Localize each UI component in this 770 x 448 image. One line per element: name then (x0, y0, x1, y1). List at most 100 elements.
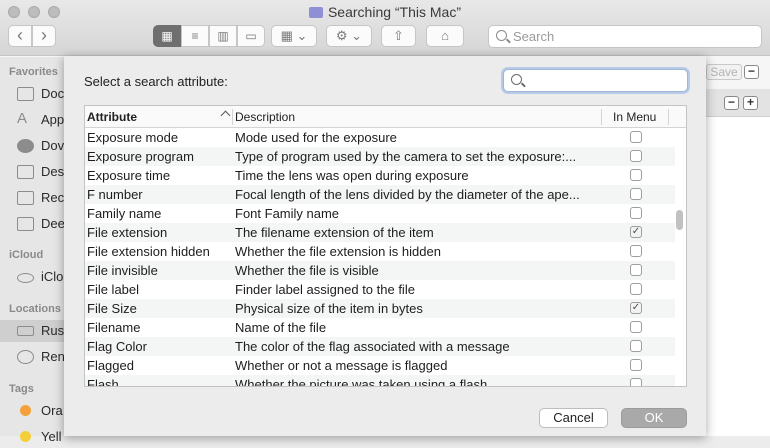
in-menu-checkbox[interactable] (630, 245, 642, 257)
attribute-cell: File label (87, 282, 140, 297)
desktop-icon (17, 165, 34, 179)
sidebar-item-documents[interactable]: Doc (0, 83, 64, 105)
criteria-row: − + (706, 89, 770, 117)
column-divider[interactable] (232, 109, 233, 125)
table-row[interactable]: File invisible Whether the file is visibl… (85, 261, 675, 280)
table-row[interactable]: Exposure mode Mode used for the exposure (85, 128, 675, 147)
sidebar-item-computer[interactable]: Rus (0, 320, 64, 342)
attribute-cell: Family name (87, 206, 162, 221)
in-menu-checkbox[interactable] (630, 378, 642, 386)
column-header-description[interactable]: Description (235, 110, 295, 124)
description-cell: Focal length of the lens divided by the … (235, 187, 580, 202)
forward-button[interactable]: › (32, 25, 56, 47)
description-cell: Mode used for the exposure (235, 130, 397, 145)
sidebar-item-downloads[interactable]: Dov (0, 135, 64, 157)
sidebar-item-applications[interactable]: A App (0, 109, 64, 131)
sidebar-item-icloud-drive[interactable]: iClo (0, 266, 64, 288)
attribute-cell: File extension hidden (87, 244, 210, 259)
attribute-cell: Filename (87, 320, 141, 335)
in-menu-checkbox[interactable]: ✓ (630, 302, 642, 314)
description-cell: Time the lens was open during exposure (235, 168, 469, 183)
sort-ascending-icon (220, 110, 231, 121)
column-view-button[interactable]: ▥ (209, 25, 237, 47)
document-icon (17, 87, 34, 101)
column-header-attribute[interactable]: Attribute (87, 110, 137, 124)
finder-search-field[interactable]: Search (488, 25, 762, 48)
in-menu-checkbox[interactable] (630, 321, 642, 333)
share-button[interactable]: ⇧ (381, 25, 416, 47)
in-menu-checkbox[interactable] (630, 283, 642, 295)
sidebar-item-recents[interactable]: Rec (0, 187, 64, 209)
attribute-search-input[interactable] (526, 72, 681, 89)
table-header: Attribute Description In Menu (85, 106, 686, 128)
add-criterion-button[interactable]: + (743, 96, 758, 110)
sidebar-header-favorites: Favorites (9, 66, 58, 78)
description-cell: The filename extension of the item (235, 225, 434, 240)
table-row[interactable]: Exposure time Time the lens was open duri… (85, 166, 675, 185)
attribute-cell: Exposure time (87, 168, 171, 183)
in-menu-checkbox[interactable] (630, 359, 642, 371)
table-row[interactable]: Flagged Whether or not a message is flagg… (85, 356, 675, 375)
folder-icon (17, 217, 34, 231)
in-menu-checkbox[interactable] (630, 207, 642, 219)
search-criteria-pane: Save − − + (706, 57, 770, 436)
table-row[interactable]: File extension The filename extension of … (85, 223, 675, 242)
window-title-text: Searching “This Mac” (327, 4, 462, 20)
in-menu-checkbox[interactable] (630, 264, 642, 276)
in-menu-checkbox[interactable] (630, 150, 642, 162)
orange-tag-icon (20, 405, 31, 416)
sheet-prompt: Select a search attribute: (84, 74, 228, 89)
finder-search-placeholder: Search (513, 29, 555, 44)
sidebar-item-folder[interactable]: Dee (0, 213, 64, 235)
table-row[interactable]: Flash Whether the picture was taken using… (85, 375, 675, 387)
attribute-cell: Exposure program (87, 149, 194, 164)
sidebar-item-remote-disc[interactable]: Ren (0, 346, 64, 368)
table-row[interactable]: File extension hidden Whether the file ex… (85, 242, 675, 261)
action-gear-button[interactable]: ⚙ ⌄ (326, 25, 372, 47)
tag-button[interactable]: ⌂ (426, 25, 464, 47)
table-row[interactable]: Filename Name of the file (85, 318, 675, 337)
column-header-in-menu[interactable]: In Menu (613, 110, 656, 124)
description-cell: Font Family name (235, 206, 340, 221)
list-view-button[interactable]: ≡ (181, 25, 209, 47)
table-scrollbar-thumb[interactable] (676, 210, 683, 230)
column-divider[interactable] (601, 109, 602, 125)
group-button[interactable]: ▦ ⌄ (271, 25, 317, 47)
table-row[interactable]: File label Finder label assigned to the f… (85, 280, 675, 299)
table-row[interactable]: Flag Color The color of the flag associat… (85, 337, 675, 356)
gallery-view-button[interactable]: ▭ (237, 25, 265, 47)
ok-button[interactable]: OK (621, 408, 687, 428)
in-menu-checkbox[interactable]: ✓ (630, 226, 642, 238)
applications-icon: A (17, 110, 28, 127)
in-menu-checkbox[interactable] (630, 188, 642, 200)
attribute-cell: Flag Color (87, 339, 147, 354)
cancel-button[interactable]: Cancel (539, 408, 608, 428)
save-search-button[interactable]: Save (706, 64, 742, 80)
remove-criterion-button[interactable]: − (724, 96, 739, 110)
table-row[interactable]: Family name Font Family name (85, 204, 675, 223)
table-row[interactable]: F number Focal length of the lens divided… (85, 185, 675, 204)
column-divider (668, 109, 669, 125)
sidebar-header-locations: Locations (9, 303, 61, 315)
sidebar-item-tag-yellow[interactable]: Yell (0, 426, 64, 448)
in-menu-checkbox[interactable] (630, 340, 642, 352)
checkmark-icon: ✓ (631, 226, 641, 237)
window-title: Searching “This Mac” (0, 4, 770, 20)
attribute-cell: Flash (87, 377, 119, 387)
description-cell: The color of the flag associated with a … (235, 339, 510, 354)
table-row[interactable]: Exposure program Type of program used by … (85, 147, 675, 166)
table-row[interactable]: File Size Physical size of the item in by… (85, 299, 675, 318)
back-button[interactable]: ‹ (8, 25, 32, 47)
attribute-search-field[interactable] (503, 69, 688, 92)
in-menu-checkbox[interactable] (630, 131, 642, 143)
sidebar-header-icloud: iCloud (9, 249, 44, 261)
sidebar-item-desktop[interactable]: Des (0, 161, 64, 183)
checkmark-icon: ✓ (631, 302, 641, 313)
sidebar-item-tag-orange[interactable]: Ora (0, 400, 64, 422)
remove-pane-button[interactable]: − (744, 65, 759, 79)
icon-view-button[interactable]: ▦ (153, 25, 181, 47)
attribute-cell: File invisible (87, 263, 158, 278)
description-cell: Type of program used by the camera to se… (235, 149, 577, 164)
in-menu-checkbox[interactable] (630, 169, 642, 181)
search-icon (496, 30, 507, 41)
